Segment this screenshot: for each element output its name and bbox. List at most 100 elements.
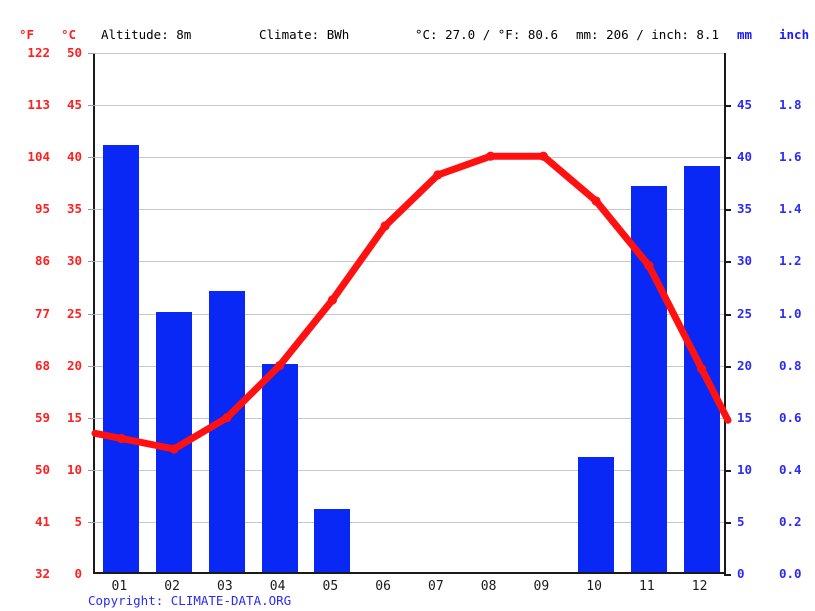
axis-label-inch: 0.8 bbox=[779, 357, 802, 373]
axis-tick-left bbox=[88, 521, 95, 523]
axis-label-inch: 0.6 bbox=[779, 409, 802, 425]
temperature-data-point bbox=[380, 221, 390, 231]
axis-label-mm: 15 bbox=[737, 409, 753, 425]
axis-label-mm: 20 bbox=[737, 357, 753, 373]
plot-inner bbox=[88, 53, 732, 576]
x-axis-month-label: 02 bbox=[164, 579, 180, 594]
axis-label-fahrenheit: 95 bbox=[34, 201, 50, 217]
temperature-data-points bbox=[116, 151, 707, 454]
axis-label-mm: 25 bbox=[737, 305, 753, 321]
temperature-data-point bbox=[538, 151, 548, 161]
x-axis-month-label: 12 bbox=[691, 579, 708, 594]
x-axis-month-label: 06 bbox=[375, 579, 391, 594]
gridline bbox=[95, 157, 724, 159]
x-axis-month-label: 08 bbox=[480, 579, 497, 594]
temperature-data-point bbox=[433, 170, 443, 180]
axis-label-inch: 1.6 bbox=[779, 149, 802, 165]
x-axis-month-label: 09 bbox=[533, 579, 550, 594]
header-altitude: Altitude: 8m bbox=[101, 27, 192, 42]
axis-label-inch: 1.0 bbox=[779, 305, 802, 321]
climate-chart-plot-area bbox=[88, 53, 732, 576]
temperature-data-point bbox=[327, 295, 337, 305]
axis-tick-right bbox=[724, 261, 731, 264]
chart-header-bar: °F °C Altitude: 8m Climate: BWh °C: 27.0… bbox=[0, 27, 815, 43]
axis-label-inch: 1.2 bbox=[779, 253, 802, 269]
gridline bbox=[95, 209, 724, 211]
axis-label-inch: 0.0 bbox=[779, 566, 802, 581]
x-axis-month-label: 03 bbox=[217, 579, 233, 594]
axis-label-inch: 0.4 bbox=[779, 461, 802, 477]
axis-tick-left bbox=[88, 469, 95, 471]
x-axis-month-label: 05 bbox=[322, 579, 339, 594]
axis-tick-right bbox=[724, 574, 731, 576]
axis-tick-right bbox=[724, 313, 731, 316]
axis-tick-left bbox=[88, 417, 95, 419]
axis-label-mm: 10 bbox=[737, 461, 753, 477]
axis-tick-left bbox=[88, 157, 95, 159]
axis-tick-right bbox=[724, 469, 731, 472]
header-mean-temperature: °C: 27.0 / °F: 80.6 bbox=[415, 27, 558, 42]
precipitation-bar bbox=[156, 311, 193, 572]
axis-tick-left bbox=[88, 313, 95, 315]
gridline bbox=[95, 105, 724, 107]
precipitation-bar bbox=[630, 186, 667, 572]
axis-tick-left bbox=[88, 105, 95, 107]
header-climate-class: Climate: BWh bbox=[259, 27, 350, 42]
precipitation-bar bbox=[208, 290, 245, 572]
axis-label-celsius: 0 bbox=[74, 566, 82, 581]
axis-label-celsius: 15 bbox=[66, 409, 82, 425]
axis-label-celsius: 35 bbox=[66, 201, 82, 217]
axis-label-inch: 1.8 bbox=[779, 97, 802, 113]
axis-tick-right bbox=[724, 521, 731, 524]
header-unit-celsius: °C bbox=[61, 27, 77, 42]
axis-tick-left bbox=[88, 261, 95, 263]
gridline bbox=[95, 53, 724, 54]
header-total-precipitation: mm: 206 / inch: 8.1 bbox=[576, 27, 719, 42]
axis-tick-right bbox=[724, 417, 731, 420]
axis-label-mm: 35 bbox=[737, 201, 753, 217]
axis-label-mm: 45 bbox=[737, 97, 753, 113]
header-unit-inch: inch bbox=[779, 27, 810, 42]
axis-label-fahrenheit: 50 bbox=[34, 461, 50, 477]
axis-label-inch: 1.4 bbox=[779, 201, 802, 217]
axis-label-fahrenheit: 59 bbox=[34, 409, 50, 425]
axis-label-celsius: 50 bbox=[66, 45, 82, 60]
axis-label-celsius: 10 bbox=[66, 461, 82, 477]
axis-label-fahrenheit: 32 bbox=[34, 566, 50, 581]
precipitation-bar bbox=[314, 509, 351, 572]
axis-label-mm: 5 bbox=[737, 513, 745, 529]
x-axis-month-label: 11 bbox=[639, 579, 655, 594]
axis-label-celsius: 40 bbox=[66, 149, 82, 165]
axis-label-fahrenheit: 122 bbox=[27, 45, 50, 60]
axis-label-inch: 0.2 bbox=[779, 513, 802, 529]
axis-label-fahrenheit: 77 bbox=[34, 305, 50, 321]
gridline bbox=[95, 261, 724, 263]
axis-tick-left bbox=[88, 209, 95, 211]
axis-label-fahrenheit: 41 bbox=[34, 513, 50, 529]
temperature-data-point bbox=[486, 151, 496, 161]
axis-tick-right bbox=[724, 157, 731, 160]
precipitation-bar bbox=[103, 144, 140, 572]
axis-tick-left bbox=[88, 365, 95, 367]
axis-tick-right bbox=[724, 365, 731, 368]
axis-tick-left bbox=[88, 53, 95, 54]
axis-label-celsius: 20 bbox=[66, 357, 82, 373]
axis-label-mm: 30 bbox=[737, 253, 753, 269]
precipitation-bar bbox=[261, 363, 298, 572]
axis-tick-right bbox=[724, 209, 731, 212]
axis-label-fahrenheit: 113 bbox=[27, 97, 50, 113]
x-axis-month-label: 07 bbox=[428, 579, 444, 594]
x-axis-month-label: 01 bbox=[111, 579, 128, 594]
axis-label-celsius: 25 bbox=[66, 305, 82, 321]
header-unit-mm: mm bbox=[737, 27, 753, 42]
axis-label-mm: 0 bbox=[737, 566, 745, 581]
copyright-notice: Copyright: CLIMATE-DATA.ORG bbox=[88, 593, 292, 608]
axis-label-fahrenheit: 68 bbox=[34, 357, 50, 373]
temperature-data-point bbox=[591, 196, 601, 206]
axis-label-fahrenheit: 104 bbox=[27, 149, 50, 165]
x-axis-month-label: 10 bbox=[586, 579, 602, 594]
x-axis-month-label: 04 bbox=[269, 579, 286, 594]
axis-label-celsius: 45 bbox=[66, 97, 82, 113]
axis-label-celsius: 5 bbox=[74, 513, 82, 529]
header-unit-fahrenheit: °F bbox=[19, 27, 35, 42]
